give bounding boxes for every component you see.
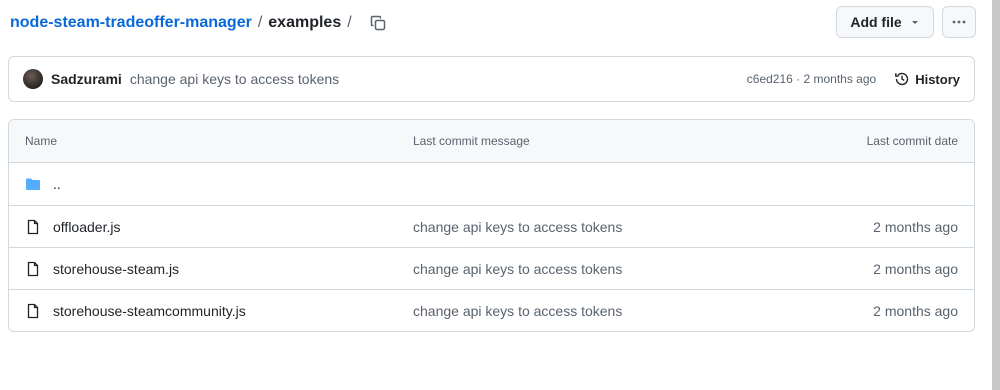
- breadcrumb-separator: /: [257, 14, 263, 31]
- page-scrollbar[interactable]: [992, 0, 1000, 390]
- breadcrumb-separator-trailing: /: [347, 14, 352, 31]
- add-file-button[interactable]: Add file: [836, 6, 934, 38]
- commit-message-link[interactable]: change api keys to access tokens: [130, 71, 339, 87]
- breadcrumb: node-steam-tradeoffer-manager / examples…: [10, 8, 392, 38]
- history-label: History: [915, 71, 960, 87]
- avatar[interactable]: [23, 69, 43, 89]
- folder-icon: [25, 176, 41, 192]
- file-icon: [25, 303, 41, 319]
- add-file-label: Add file: [850, 14, 902, 30]
- row-commit-date: 2 months ago: [873, 218, 958, 235]
- triangle-down-icon: [911, 21, 918, 24]
- file-name-link[interactable]: offloader.js: [53, 219, 120, 235]
- file-icon: [25, 219, 41, 235]
- breadcrumb-repo-link[interactable]: node-steam-tradeoffer-manager: [10, 14, 252, 32]
- commit-author[interactable]: Sadzurami: [51, 71, 122, 87]
- header-last-commit-message: Last commit message: [413, 134, 530, 148]
- history-button[interactable]: History: [894, 71, 960, 87]
- table-header: Name Last commit message Last commit dat…: [9, 120, 974, 163]
- table-row[interactable]: storehouse-steam.js change api keys to a…: [9, 247, 974, 289]
- table-row[interactable]: offloader.js change api keys to access t…: [9, 205, 974, 247]
- row-commit-message-link[interactable]: change api keys to access tokens: [413, 303, 813, 319]
- row-commit-message-link[interactable]: change api keys to access tokens: [413, 261, 813, 277]
- file-icon: [25, 261, 41, 277]
- parent-directory-link[interactable]: ..: [53, 176, 61, 192]
- more-options-button[interactable]: [942, 6, 976, 38]
- copy-path-button[interactable]: [364, 9, 392, 37]
- breadcrumb-current-folder: examples: [268, 14, 342, 31]
- file-name-link[interactable]: storehouse-steamcommunity.js: [53, 303, 246, 319]
- row-commit-date: 2 months ago: [873, 302, 958, 319]
- table-row[interactable]: storehouse-steamcommunity.js change api …: [9, 289, 974, 331]
- header-last-commit-date: Last commit date: [866, 134, 958, 148]
- copy-icon: [370, 15, 385, 31]
- file-table: Name Last commit message Last commit dat…: [8, 119, 975, 332]
- parent-directory-row[interactable]: ..: [9, 163, 974, 205]
- history-icon: [895, 72, 909, 86]
- row-commit-message-link[interactable]: change api keys to access tokens: [413, 219, 813, 235]
- scrollbar-thumb[interactable]: [992, 0, 1000, 390]
- commit-sha-and-age[interactable]: c6ed216 · 2 months ago: [747, 72, 876, 86]
- file-name-link[interactable]: storehouse-steam.js: [53, 261, 179, 277]
- commit-right-group: c6ed216 · 2 months ago History: [747, 71, 960, 87]
- header-name: Name: [25, 134, 58, 148]
- row-commit-date: 2 months ago: [873, 260, 958, 277]
- latest-commit-bar: Sadzurami change api keys to access toke…: [8, 56, 975, 102]
- kebab-horizontal-icon: [952, 20, 966, 24]
